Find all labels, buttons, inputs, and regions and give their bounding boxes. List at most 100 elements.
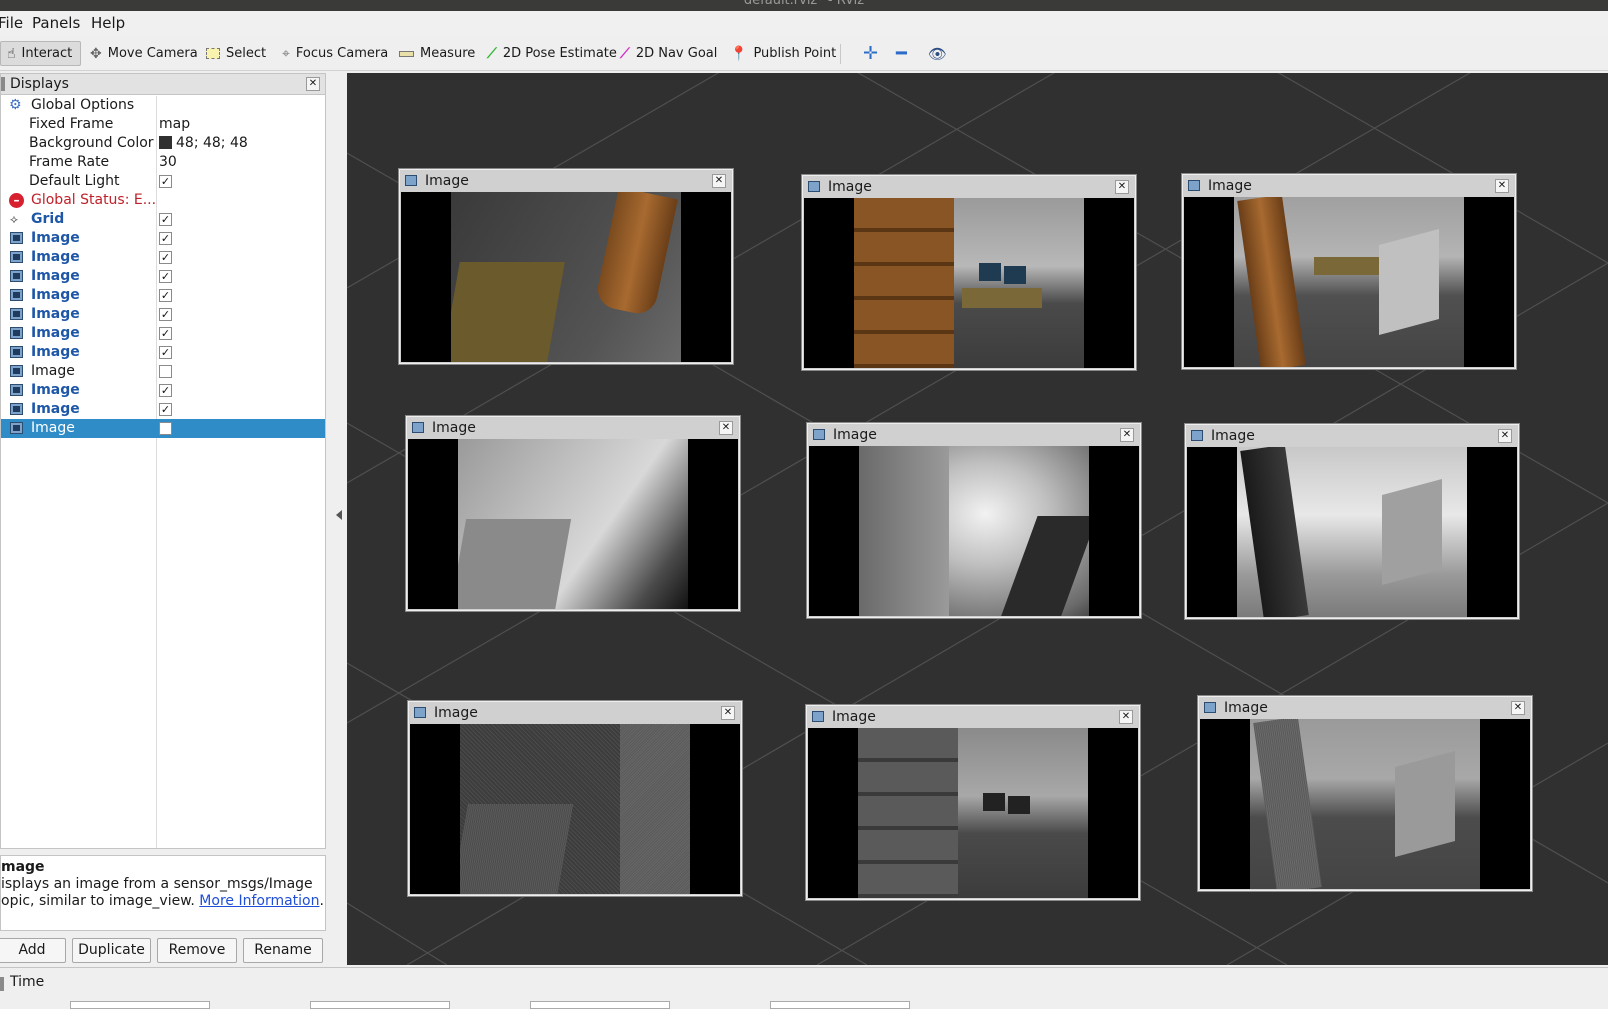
tool-properties-button[interactable]: 👁 xyxy=(922,41,953,66)
row-label: Image xyxy=(31,420,75,436)
tool-select-label: Select xyxy=(226,46,267,61)
image-window-title: Image ✕ xyxy=(409,702,741,724)
menu-panels[interactable]: Panels xyxy=(32,14,80,32)
close-icon[interactable]: ✕ xyxy=(1120,428,1134,442)
image-window[interactable]: Image ✕ xyxy=(406,416,740,611)
image-window[interactable]: Image ✕ xyxy=(399,169,733,364)
image-window[interactable]: Image ✕ xyxy=(1185,424,1519,619)
tool-2d-pose-estimate[interactable]: ⟋ 2D Pose Estimate xyxy=(481,41,623,66)
close-icon[interactable]: ✕ xyxy=(306,77,320,91)
time-field[interactable] xyxy=(770,1001,910,1009)
menu-file[interactable]: File xyxy=(0,14,23,32)
row-label: Global Options xyxy=(31,97,135,113)
image-checkbox[interactable]: ✓ xyxy=(159,403,172,416)
frame-rate-value[interactable]: 30 xyxy=(159,153,177,172)
tool-publish-point[interactable]: 📍 Publish Point xyxy=(724,41,842,66)
image-checkbox[interactable]: ✓ xyxy=(159,289,172,302)
render-viewport[interactable]: Image ✕ Image ✕ Image ✕ Image ✕ Image ✕ … xyxy=(347,73,1608,965)
tree-row-image[interactable]: Image ✓ xyxy=(1,343,325,362)
tree-row-image-selected[interactable]: Image xyxy=(1,419,325,438)
more-information-link[interactable]: More Information xyxy=(199,893,319,909)
image-checkbox[interactable]: ✓ xyxy=(159,232,172,245)
close-icon[interactable]: ✕ xyxy=(1498,429,1512,443)
close-icon[interactable]: ✕ xyxy=(1115,180,1129,194)
image-checkbox[interactable] xyxy=(159,365,172,378)
time-field[interactable] xyxy=(310,1001,450,1009)
image-window[interactable]: Image ✕ xyxy=(1182,174,1516,369)
tool-focus-camera[interactable]: ⌖ Focus Camera xyxy=(276,41,394,66)
image-icon xyxy=(10,232,23,244)
duplicate-button[interactable]: Duplicate xyxy=(72,938,151,963)
grid-checkbox[interactable]: ✓ xyxy=(159,213,172,226)
time-field[interactable] xyxy=(70,1001,210,1009)
tool-measure[interactable]: Measure xyxy=(393,41,481,66)
tree-row-image[interactable]: Image ✓ xyxy=(1,248,325,267)
image-icon xyxy=(10,384,23,396)
tree-row-image-disabled[interactable]: Image xyxy=(1,362,325,381)
tree-row-image[interactable]: Image ✓ xyxy=(1,381,325,400)
color-swatch[interactable] xyxy=(159,136,172,149)
remove-tool-button[interactable]: ━ xyxy=(890,41,913,66)
tool-2d-nav-goal[interactable]: ⟋ 2D Nav Goal xyxy=(614,41,723,66)
partition-shape xyxy=(1382,478,1442,586)
close-icon[interactable]: ✕ xyxy=(721,706,735,720)
tree-row-frame-rate[interactable]: Frame Rate 30 xyxy=(1,153,325,172)
plus-icon: ✛ xyxy=(863,43,879,64)
noisy-frame xyxy=(1250,719,1480,889)
displays-tree: ⚙ Global Options Fixed Frame map Backgroun… xyxy=(1,96,325,438)
row-label: Image xyxy=(31,363,75,379)
tree-row-image[interactable]: Image ✓ xyxy=(1,305,325,324)
collapse-panel-handle[interactable] xyxy=(336,510,342,520)
close-icon[interactable]: ✕ xyxy=(1495,179,1509,193)
image-icon xyxy=(10,289,23,301)
image-checkbox[interactable]: ✓ xyxy=(159,308,172,321)
rename-button[interactable]: Rename xyxy=(243,938,323,963)
tree-row-background-color[interactable]: Background Color 48; 48; 48 xyxy=(1,134,325,153)
tree-row-image[interactable]: Image ✓ xyxy=(1,324,325,343)
close-icon[interactable]: ✕ xyxy=(1119,710,1133,724)
tree-row-default-light[interactable]: Default Light ✓ xyxy=(1,172,325,191)
image-window[interactable]: Image ✕ xyxy=(807,423,1141,618)
image-window[interactable]: Image ✕ xyxy=(802,175,1136,370)
panel-grip xyxy=(1,77,5,91)
image-window[interactable]: Image ✕ xyxy=(806,705,1140,900)
tool-2d-nav-goal-label: 2D Nav Goal xyxy=(635,46,718,61)
remove-button[interactable]: Remove xyxy=(157,938,237,963)
image-icon xyxy=(10,403,23,415)
tree-row-grid[interactable]: ⟡ Grid ✓ xyxy=(1,210,325,229)
tree-row-image[interactable]: Image ✓ xyxy=(1,229,325,248)
image-checkbox[interactable]: ✓ xyxy=(159,270,172,283)
camera-image xyxy=(408,439,738,609)
tree-row-image[interactable]: Image ✓ xyxy=(1,267,325,286)
image-window[interactable]: Image ✕ xyxy=(408,701,742,896)
image-window-title: Image ✕ xyxy=(400,170,732,192)
image-checkbox[interactable]: ✓ xyxy=(159,251,172,264)
background-color-value[interactable]: 48; 48; 48 xyxy=(176,135,248,151)
menu-help[interactable]: Help xyxy=(91,14,125,32)
add-button[interactable]: Add xyxy=(0,938,66,963)
tree-row-image[interactable]: Image ✓ xyxy=(1,400,325,419)
time-field[interactable] xyxy=(530,1001,670,1009)
close-icon[interactable]: ✕ xyxy=(719,421,733,435)
description-panel: mage isplays an image from a sensor_msgs… xyxy=(0,855,326,931)
image-icon xyxy=(1191,430,1203,441)
close-icon[interactable]: ✕ xyxy=(1511,701,1525,715)
image-checkbox[interactable]: ✓ xyxy=(159,384,172,397)
tree-row-image[interactable]: Image ✓ xyxy=(1,286,325,305)
image-checkbox[interactable] xyxy=(159,422,172,435)
default-light-checkbox[interactable]: ✓ xyxy=(159,175,172,188)
camera-image xyxy=(1200,719,1530,889)
image-checkbox[interactable]: ✓ xyxy=(159,327,172,340)
add-tool-button[interactable]: ✛ xyxy=(857,41,884,66)
tree-row-fixed-frame[interactable]: Fixed Frame map xyxy=(1,115,325,134)
tree-row-global-status[interactable]: – Global Status: E... xyxy=(1,191,325,210)
fixed-frame-value[interactable]: map xyxy=(159,115,190,134)
tool-interact[interactable]: ☝ Interact xyxy=(0,41,81,66)
rgb-frame xyxy=(1234,197,1464,367)
tool-move-camera[interactable]: ✥ Move Camera xyxy=(84,41,204,66)
tool-select[interactable]: Select xyxy=(200,41,272,66)
tree-row-global-options[interactable]: ⚙ Global Options xyxy=(1,96,325,115)
close-icon[interactable]: ✕ xyxy=(712,174,726,188)
image-window[interactable]: Image ✕ xyxy=(1198,696,1532,891)
image-checkbox[interactable]: ✓ xyxy=(159,346,172,359)
